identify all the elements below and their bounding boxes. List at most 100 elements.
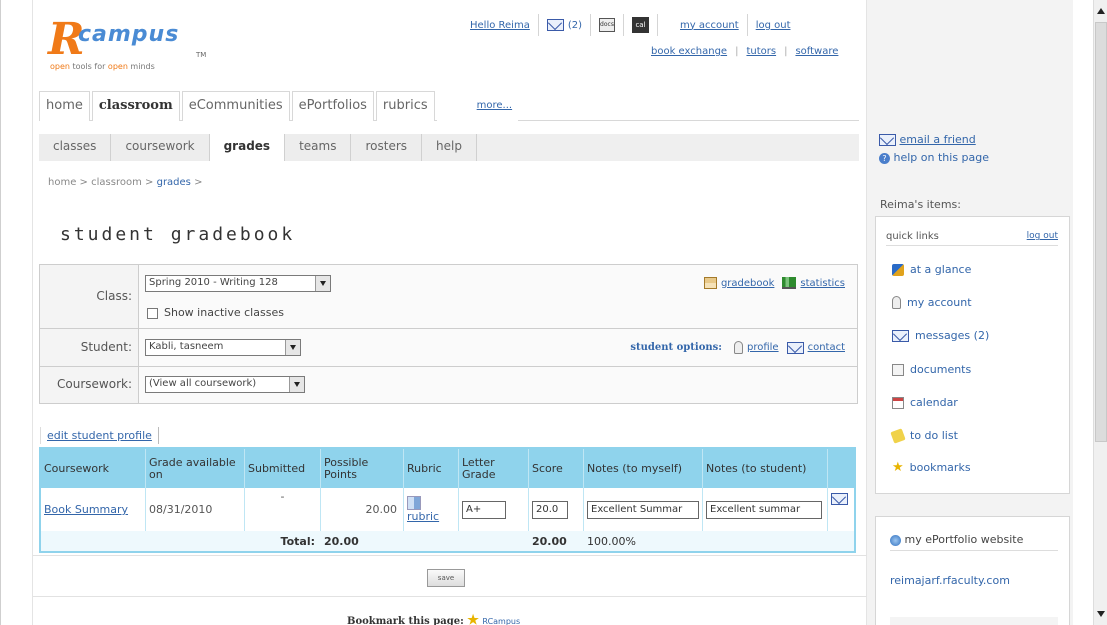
items-label: Reima's items: <box>880 198 961 211</box>
statistics-link[interactable]: statistics <box>800 278 845 289</box>
sidebar-item-to-do-list[interactable]: to do list <box>890 427 958 444</box>
student-select[interactable]: Kabli, tasneem <box>145 339 301 356</box>
breadcrumb-classroom[interactable]: classroom <box>91 177 142 188</box>
log-out-link[interactable]: log out <box>756 20 791 31</box>
subtab-grades[interactable]: grades <box>209 134 286 161</box>
subtab-coursework[interactable]: coursework <box>111 134 210 161</box>
rcampus-logo[interactable]: R campus TM open tools for open minds <box>48 18 218 78</box>
breadcrumb-sep: > <box>79 177 88 188</box>
email-friend-row[interactable]: email a friend <box>879 133 989 146</box>
col-action <box>828 449 854 488</box>
my-account-link[interactable]: my account <box>680 20 739 31</box>
envelope-icon[interactable] <box>831 493 848 505</box>
save-button[interactable]: save <box>427 569 465 587</box>
scroll-up-icon[interactable] <box>1097 8 1105 14</box>
coursework-link[interactable]: Book Summary <box>44 503 128 516</box>
sidebar-item-calendar[interactable]: calendar <box>892 396 958 409</box>
scrollbar-thumb[interactable] <box>1095 22 1107 442</box>
eportfolio-box: my ePortfolio website reimajarf.rfaculty… <box>875 516 1070 625</box>
score-cell: 20.0 <box>529 488 584 531</box>
breadcrumb: home > classroom > grades > <box>48 177 202 188</box>
rubric-icon[interactable] <box>407 496 421 510</box>
coursework-row: Coursework: (View all coursework) <box>40 367 857 403</box>
student-cell: Kabli, tasneem student options: profile … <box>139 329 857 366</box>
breadcrumb-home[interactable]: home <box>48 177 76 188</box>
sidebar-item-label: documents <box>910 363 972 376</box>
tab-classroom[interactable]: classroom <box>91 91 180 121</box>
hello-user-link[interactable]: Hello Reima <box>470 20 530 31</box>
sidebar-item-my-account[interactable]: my account <box>892 296 972 309</box>
book-exchange-link[interactable]: book exchange <box>651 46 727 57</box>
sidebar-log-out-link[interactable]: log out <box>1027 231 1058 241</box>
software-link[interactable]: software <box>795 46 838 57</box>
score-input[interactable]: 20.0 <box>532 500 568 519</box>
tab-ecommunities[interactable]: eCommunities <box>181 91 290 121</box>
table-row: Book Summary 08/31/2010 - 20.00 rubric A… <box>41 488 854 531</box>
sidebar-item-messages[interactable]: messages (2) <box>892 329 989 342</box>
possible-cell: 20.00 <box>321 488 404 531</box>
eportfolio-title[interactable]: my ePortfolio website <box>890 533 1058 551</box>
col-rubric: Rubric <box>404 449 459 488</box>
notes-self-input[interactable]: Excellent Summar <box>587 500 699 519</box>
top-links: Hello Reima (2) docs cal my account log … <box>470 12 791 38</box>
sidebar-item-bookmarks[interactable]: ★ bookmarks <box>892 459 971 475</box>
divider <box>590 14 591 36</box>
subtab-classes[interactable]: classes <box>39 134 112 161</box>
breadcrumb-grades[interactable]: grades <box>157 177 191 188</box>
calendar-icon <box>892 396 904 409</box>
email-friend-link[interactable]: email a friend <box>900 133 976 146</box>
edit-student-profile-link[interactable]: edit student profile <box>40 427 159 444</box>
show-inactive-option[interactable]: Show inactive classes <box>147 306 284 319</box>
tab-rubrics[interactable]: rubrics <box>375 91 435 121</box>
document-icon <box>892 363 904 376</box>
subtab-rosters[interactable]: rosters <box>351 134 423 161</box>
envelope-icon <box>786 341 804 354</box>
col-letter: Letter Grade <box>459 449 529 488</box>
envelope-icon <box>546 19 564 31</box>
gradebook-link[interactable]: gradebook <box>721 278 774 289</box>
calendar-icon[interactable]: cal <box>632 17 649 33</box>
sidebar-item-at-a-glance[interactable]: at a glance <box>892 263 971 276</box>
tab-more[interactable]: more... <box>436 91 519 121</box>
rubric-link[interactable]: rubric <box>407 510 439 523</box>
tutors-link[interactable]: tutors <box>746 46 776 57</box>
letter-cell: A+ <box>459 488 529 531</box>
sidebar-item-documents[interactable]: documents <box>892 363 971 376</box>
show-inactive-checkbox[interactable] <box>147 307 158 319</box>
profile-link[interactable]: profile <box>747 342 779 353</box>
class-links: gradebook statistics <box>703 277 845 289</box>
divider: | <box>735 46 739 57</box>
divider <box>746 14 748 36</box>
vertical-scrollbar[interactable] <box>1093 0 1107 625</box>
bookmark-link[interactable]: RCampus <box>482 617 520 625</box>
bookmark-line: Bookmark this page: ★ RCampus <box>347 613 520 625</box>
notes-self-cell: Excellent Summar <box>584 488 703 531</box>
subtab-teams[interactable]: teams <box>285 134 352 161</box>
divider <box>33 596 867 597</box>
col-submitted: Submitted <box>245 449 321 488</box>
eportfolio-url[interactable]: reimajarf.rfaculty.com <box>890 574 1010 587</box>
eportfolio-preview <box>890 617 1058 625</box>
documents-icon[interactable]: docs <box>599 18 615 32</box>
globe-icon <box>892 263 904 276</box>
messages-link[interactable]: (2) <box>546 19 582 31</box>
total-score: 20.00 <box>532 534 567 548</box>
letter-grade-input[interactable]: A+ <box>462 500 506 519</box>
help-row[interactable]: ? help on this page <box>879 151 989 164</box>
tab-eportfolios[interactable]: ePortfolios <box>291 91 374 121</box>
tab-home[interactable]: home <box>39 91 90 121</box>
envelope-icon <box>879 134 896 146</box>
star-icon: ★ <box>892 459 904 475</box>
available-cell: 08/31/2010 <box>146 488 245 531</box>
coursework-select[interactable]: (View all coursework) <box>145 376 305 393</box>
scroll-down-icon[interactable] <box>1097 611 1105 617</box>
class-select[interactable]: Spring 2010 - Writing 128 <box>145 275 331 292</box>
contact-link[interactable]: contact <box>808 342 845 353</box>
bookmark-label: Bookmark this page: <box>347 616 464 625</box>
notes-student-input[interactable]: Excellent summar <box>706 500 822 519</box>
sidebar-item-label: calendar <box>910 396 958 409</box>
star-icon: ★ <box>467 613 479 625</box>
rubric-cell: rubric <box>404 488 459 531</box>
subtab-help[interactable]: help <box>422 134 477 161</box>
help-link[interactable]: help on this page <box>894 151 990 164</box>
